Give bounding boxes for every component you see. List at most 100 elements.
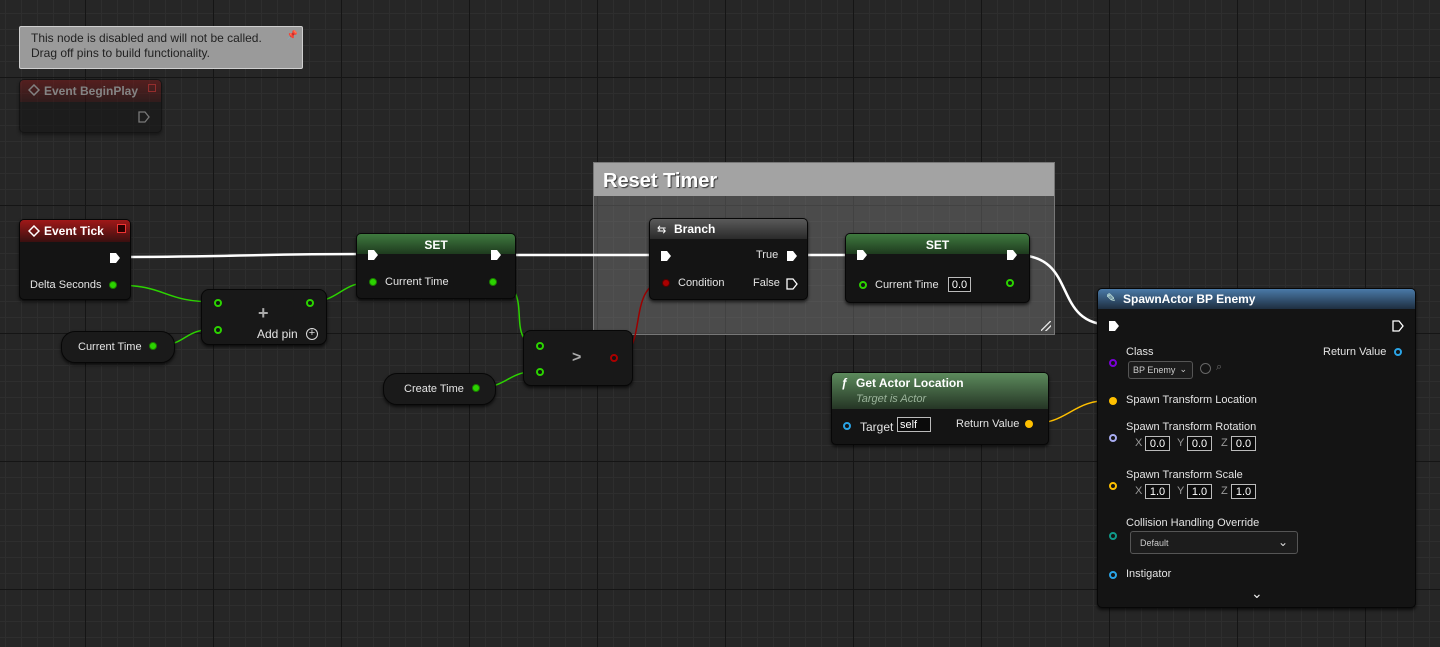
node-event-beginplay[interactable]: Event BeginPlay bbox=[19, 79, 162, 133]
node-greater-than[interactable]: > bbox=[523, 330, 633, 386]
add-symbol: + bbox=[258, 303, 269, 323]
node-get-current-time[interactable]: Current Time bbox=[61, 331, 175, 363]
pin-label-spawn-rotation: Spawn Transform Rotation bbox=[1126, 421, 1257, 433]
scale-z-input[interactable]: 1.0 bbox=[1231, 484, 1256, 499]
node-add-float[interactable]: + Add pin + bbox=[201, 289, 327, 345]
pin-create-time-out[interactable] bbox=[472, 384, 480, 392]
pin-spawn-location[interactable] bbox=[1109, 397, 1117, 405]
pin-current-time-in[interactable] bbox=[859, 281, 867, 289]
event-diamond-icon bbox=[28, 84, 40, 96]
current-time-value-input[interactable]: 0.0 bbox=[948, 277, 971, 292]
class-dropdown-value: BP Enemy bbox=[1133, 365, 1176, 375]
exec-out-pin[interactable] bbox=[1392, 320, 1404, 332]
node-branch[interactable]: Branch ⇆ True Condition False bbox=[649, 218, 808, 300]
function-icon: ƒ bbox=[841, 376, 848, 390]
browse-search-icon[interactable]: ⌕ bbox=[1216, 361, 1222, 374]
pin-current-time-out[interactable] bbox=[489, 278, 497, 286]
exec-out-pin[interactable] bbox=[138, 111, 150, 123]
exec-in-pin[interactable] bbox=[1108, 320, 1120, 332]
pin-label-instigator: Instigator bbox=[1126, 568, 1172, 580]
event-beginplay-title: Event BeginPlay bbox=[44, 84, 139, 98]
pin-label-current-time: Current Time bbox=[385, 276, 449, 288]
exec-true-pin[interactable] bbox=[786, 250, 798, 262]
rotation-z-input[interactable]: 0.0 bbox=[1231, 436, 1256, 451]
class-dropdown[interactable]: BP Enemy ⌄ bbox=[1128, 361, 1193, 379]
scale-x-input[interactable]: 1.0 bbox=[1145, 484, 1170, 499]
pin-target[interactable] bbox=[843, 422, 851, 430]
node-get-create-time[interactable]: Create Time bbox=[383, 373, 496, 405]
pin-label-target: Target bbox=[860, 420, 894, 434]
pin-label-return-value: Return Value bbox=[1323, 346, 1387, 358]
pin-condition[interactable] bbox=[662, 279, 670, 287]
output-delegate-icon[interactable] bbox=[148, 84, 156, 92]
node-get-actor-location[interactable]: Get Actor Location Target is Actor ƒ Tar… bbox=[831, 372, 1049, 445]
chevron-down-icon: ⌄ bbox=[1179, 364, 1187, 374]
add-pin-icon[interactable]: + bbox=[306, 328, 318, 340]
tooltip-line-1: This node is disabled and will not be ca… bbox=[31, 31, 262, 45]
var-label-current-time: Current Time bbox=[78, 341, 142, 353]
exec-out-pin[interactable] bbox=[490, 249, 502, 261]
pin-label-collision-handling: Collision Handling Override bbox=[1126, 517, 1260, 529]
scale-x-label: X bbox=[1135, 485, 1143, 497]
rotation-z-label: Z bbox=[1221, 437, 1228, 449]
use-selected-icon[interactable] bbox=[1200, 363, 1211, 374]
target-self-input[interactable]: self bbox=[897, 417, 931, 432]
expand-advanced-chevron-icon[interactable]: ⌄ bbox=[1251, 585, 1263, 602]
collision-dropdown-value: Default bbox=[1140, 538, 1169, 548]
pin-add-a[interactable] bbox=[214, 299, 222, 307]
pin-return-value[interactable] bbox=[1025, 420, 1033, 428]
pin-collision-handling[interactable] bbox=[1109, 532, 1117, 540]
pin-current-time-out[interactable] bbox=[149, 342, 157, 350]
pin-label-class: Class bbox=[1126, 346, 1154, 358]
add-pin-label[interactable]: Add pin bbox=[257, 327, 298, 341]
pin-compare-b[interactable] bbox=[536, 368, 544, 376]
event-tick-title: Event Tick bbox=[44, 224, 104, 238]
pin-delta-seconds[interactable] bbox=[109, 281, 117, 289]
exec-in-pin[interactable] bbox=[367, 249, 379, 261]
pin-label-spawn-scale: Spawn Transform Scale bbox=[1126, 469, 1243, 481]
event-diamond-icon bbox=[28, 225, 40, 237]
exec-false-pin[interactable] bbox=[786, 278, 798, 290]
pin-current-time-out[interactable] bbox=[1006, 279, 1014, 287]
rotation-y-label: Y bbox=[1177, 437, 1185, 449]
pin-current-time-in[interactable] bbox=[369, 278, 377, 286]
pin-label-false: False bbox=[753, 277, 780, 289]
chevron-down-icon: ⌄ bbox=[1277, 535, 1288, 549]
rotation-x-input[interactable]: 0.0 bbox=[1145, 436, 1170, 451]
node-event-tick[interactable]: Event Tick Delta Seconds bbox=[19, 219, 131, 300]
get-actor-location-subtitle: Target is Actor bbox=[856, 393, 927, 405]
pin-return-value[interactable] bbox=[1394, 348, 1402, 356]
pin-instigator[interactable] bbox=[1109, 571, 1117, 579]
branch-title: Branch bbox=[674, 222, 716, 236]
disabled-node-tooltip: This node is disabled and will not be ca… bbox=[19, 26, 303, 69]
pin-add-out[interactable] bbox=[306, 299, 314, 307]
exec-out-pin[interactable] bbox=[109, 252, 121, 264]
spawn-actor-title: SpawnActor BP Enemy bbox=[1123, 292, 1256, 306]
scale-y-input[interactable]: 1.0 bbox=[1187, 484, 1212, 499]
set-title: SET bbox=[424, 238, 448, 252]
pin-label-return-value: Return Value bbox=[956, 418, 1020, 430]
scale-z-label: Z bbox=[1221, 485, 1228, 497]
pin-label-delta-seconds: Delta Seconds bbox=[30, 279, 102, 291]
pin-compare-a[interactable] bbox=[536, 342, 544, 350]
comment-title[interactable]: Reset Timer bbox=[594, 163, 1054, 196]
collision-handling-dropdown[interactable]: Default ⌄ bbox=[1130, 531, 1298, 554]
comment-resize-handle[interactable] bbox=[1041, 321, 1051, 331]
pin-icon[interactable]: 📌 bbox=[287, 30, 298, 41]
node-set-current-time[interactable]: SET Current Time bbox=[356, 233, 516, 299]
output-delegate-icon[interactable] bbox=[117, 224, 126, 233]
node-set-current-time-reset[interactable]: SET Current Time 0.0 bbox=[845, 233, 1030, 303]
pin-label-current-time: Current Time bbox=[875, 279, 939, 291]
exec-wire-tick-to-set bbox=[119, 252, 368, 259]
pin-add-b[interactable] bbox=[214, 326, 222, 334]
exec-in-pin[interactable] bbox=[856, 249, 868, 261]
rotation-y-input[interactable]: 0.0 bbox=[1187, 436, 1212, 451]
pin-spawn-rotation[interactable] bbox=[1109, 434, 1117, 442]
exec-out-pin[interactable] bbox=[1006, 249, 1018, 261]
node-spawn-actor[interactable]: SpawnActor BP Enemy ✎ Class BP Enemy ⌄ ⌕… bbox=[1097, 288, 1416, 608]
exec-in-pin[interactable] bbox=[660, 250, 672, 262]
pin-label-spawn-location: Spawn Transform Location bbox=[1126, 394, 1257, 406]
pin-spawn-scale[interactable] bbox=[1109, 482, 1117, 490]
pin-compare-out[interactable] bbox=[610, 354, 618, 362]
pin-class[interactable] bbox=[1109, 359, 1117, 367]
